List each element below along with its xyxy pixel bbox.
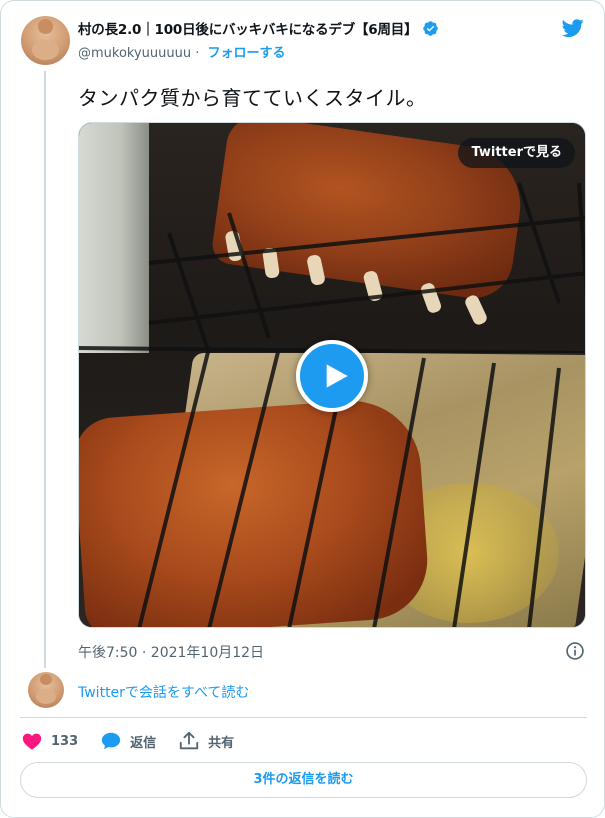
like-button[interactable]: 133 (21, 730, 78, 752)
thread-line (44, 71, 46, 668)
tweet-timestamp[interactable]: 午後7:50 · 2021年10月12日 (78, 642, 264, 662)
avatar-body-shape (35, 689, 57, 705)
watch-on-twitter-label[interactable]: Twitterで見る (458, 138, 575, 168)
author-handle-row: @mukokyuuuuuu · フォローする (78, 42, 286, 61)
embedded-tweet-card: 村の長2.0｜100日後にバッキバキになるデブ【6周目】 @mukokyuuuu… (0, 0, 605, 818)
handle-separator: · (195, 46, 200, 61)
action-bar: 133 返信 共有 (21, 729, 256, 753)
reply-label: 返信 (130, 735, 157, 751)
reply-button[interactable]: 返信 (100, 730, 156, 752)
twitter-bird-icon[interactable] (560, 17, 586, 39)
speech-bubble-icon (101, 732, 121, 750)
tweet-text: タンパク質から育てていくスタイル。 (78, 86, 427, 110)
share-label: 共有 (208, 735, 235, 751)
reply-avatar (28, 672, 64, 708)
follow-link[interactable]: フォローする (208, 46, 286, 61)
author-avatar[interactable] (21, 16, 70, 65)
avatar-head-shape (37, 18, 54, 34)
heart-icon (22, 733, 42, 750)
author-name-row[interactable]: 村の長2.0｜100日後にバッキバキになるデブ【6周目】 (78, 17, 439, 39)
divider (20, 717, 587, 718)
read-conversation-link[interactable]: Twitterで会話をすべて読む (78, 682, 249, 702)
avatar-head-shape (40, 674, 52, 685)
share-upload-icon (179, 731, 199, 750)
avatar-body-shape (31, 39, 60, 61)
video-thumbnail[interactable]: Twitterで見る (78, 122, 586, 628)
read-replies-button[interactable]: 3件の返信を読む (20, 762, 587, 798)
info-icon[interactable] (565, 641, 585, 661)
share-button[interactable]: 共有 (178, 730, 234, 752)
verified-badge-icon (423, 20, 439, 36)
play-button[interactable] (296, 340, 368, 412)
author-display-name[interactable]: 村の長2.0｜100日後にバッキバキになるデブ【6周目】 (78, 18, 418, 38)
play-icon (326, 364, 348, 388)
author-handle[interactable]: @mukokyuuuuuu (78, 46, 191, 61)
like-count: 133 (51, 733, 79, 749)
